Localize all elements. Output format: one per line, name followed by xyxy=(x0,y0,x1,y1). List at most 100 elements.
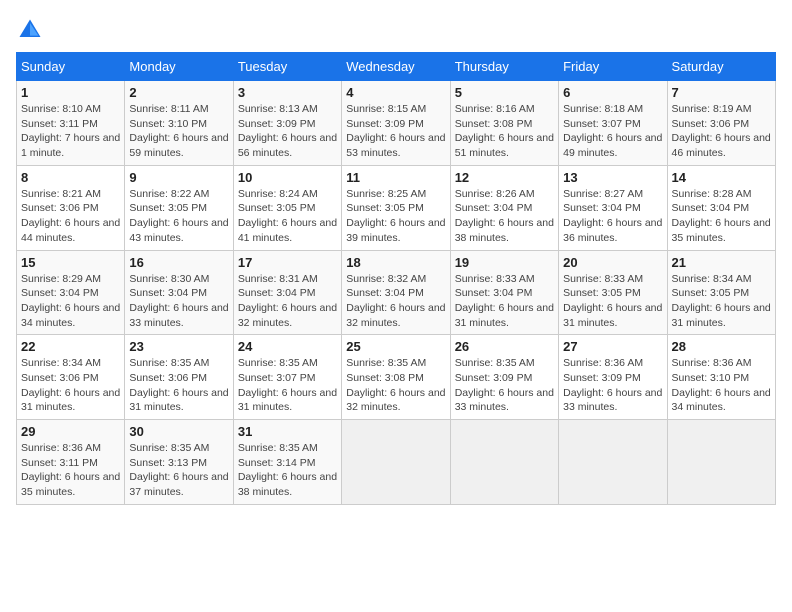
day-number: 16 xyxy=(129,255,228,270)
calendar-day-cell: 30 Sunrise: 8:35 AMSunset: 3:13 PMDayligh… xyxy=(125,420,233,505)
day-number: 27 xyxy=(563,339,662,354)
calendar-day-cell: 15 Sunrise: 8:29 AMSunset: 3:04 PMDayligh… xyxy=(17,250,125,335)
weekday-header-tuesday: Tuesday xyxy=(233,53,341,81)
calendar-day-cell: 18 Sunrise: 8:32 AMSunset: 3:04 PMDayligh… xyxy=(342,250,450,335)
calendar-day-cell: 14 Sunrise: 8:28 AMSunset: 3:04 PMDayligh… xyxy=(667,165,775,250)
day-number: 11 xyxy=(346,170,445,185)
day-info: Sunrise: 8:24 AMSunset: 3:05 PMDaylight:… xyxy=(238,187,337,246)
calendar-day-cell xyxy=(342,420,450,505)
day-number: 8 xyxy=(21,170,120,185)
day-number: 5 xyxy=(455,85,554,100)
day-number: 4 xyxy=(346,85,445,100)
day-info: Sunrise: 8:11 AMSunset: 3:10 PMDaylight:… xyxy=(129,102,228,161)
day-number: 22 xyxy=(21,339,120,354)
day-number: 19 xyxy=(455,255,554,270)
day-info: Sunrise: 8:13 AMSunset: 3:09 PMDaylight:… xyxy=(238,102,337,161)
calendar-week-row: 1 Sunrise: 8:10 AMSunset: 3:11 PMDaylight… xyxy=(17,81,776,166)
calendar-day-cell: 9 Sunrise: 8:22 AMSunset: 3:05 PMDaylight… xyxy=(125,165,233,250)
day-number: 14 xyxy=(672,170,771,185)
calendar-day-cell: 13 Sunrise: 8:27 AMSunset: 3:04 PMDayligh… xyxy=(559,165,667,250)
calendar-day-cell xyxy=(450,420,558,505)
day-number: 7 xyxy=(672,85,771,100)
day-number: 21 xyxy=(672,255,771,270)
day-number: 26 xyxy=(455,339,554,354)
day-number: 28 xyxy=(672,339,771,354)
calendar-day-cell: 27 Sunrise: 8:36 AMSunset: 3:09 PMDayligh… xyxy=(559,335,667,420)
logo xyxy=(16,16,48,44)
day-info: Sunrise: 8:35 AMSunset: 3:13 PMDaylight:… xyxy=(129,441,228,500)
day-number: 9 xyxy=(129,170,228,185)
calendar-day-cell xyxy=(559,420,667,505)
calendar-day-cell: 21 Sunrise: 8:34 AMSunset: 3:05 PMDayligh… xyxy=(667,250,775,335)
day-info: Sunrise: 8:35 AMSunset: 3:07 PMDaylight:… xyxy=(238,356,337,415)
weekday-header-monday: Monday xyxy=(125,53,233,81)
day-info: Sunrise: 8:22 AMSunset: 3:05 PMDaylight:… xyxy=(129,187,228,246)
calendar-day-cell: 28Sunrise: 8:36 AMSunset: 3:10 PMDayligh… xyxy=(667,335,775,420)
calendar-day-cell: 19 Sunrise: 8:33 AMSunset: 3:04 PMDayligh… xyxy=(450,250,558,335)
weekday-header-wednesday: Wednesday xyxy=(342,53,450,81)
day-info: Sunrise: 8:10 AMSunset: 3:11 PMDaylight:… xyxy=(21,102,120,161)
day-info: Sunrise: 8:36 AMSunset: 3:09 PMDaylight:… xyxy=(563,356,662,415)
day-info: Sunrise: 8:34 AMSunset: 3:06 PMDaylight:… xyxy=(21,356,120,415)
day-info: Sunrise: 8:33 AMSunset: 3:05 PMDaylight:… xyxy=(563,272,662,331)
day-number: 18 xyxy=(346,255,445,270)
day-info: Sunrise: 8:28 AMSunset: 3:04 PMDaylight:… xyxy=(672,187,771,246)
calendar-day-cell: 5Sunrise: 8:16 AMSunset: 3:08 PMDaylight… xyxy=(450,81,558,166)
calendar-day-cell: 16 Sunrise: 8:30 AMSunset: 3:04 PMDayligh… xyxy=(125,250,233,335)
day-info: Sunrise: 8:32 AMSunset: 3:04 PMDaylight:… xyxy=(346,272,445,331)
calendar-day-cell: 20Sunrise: 8:33 AMSunset: 3:05 PMDayligh… xyxy=(559,250,667,335)
day-info: Sunrise: 8:35 AMSunset: 3:14 PMDaylight:… xyxy=(238,441,337,500)
day-number: 3 xyxy=(238,85,337,100)
calendar-day-cell: 10 Sunrise: 8:24 AMSunset: 3:05 PMDayligh… xyxy=(233,165,341,250)
calendar-day-cell: 26 Sunrise: 8:35 AMSunset: 3:09 PMDayligh… xyxy=(450,335,558,420)
calendar-day-cell: 3 Sunrise: 8:13 AMSunset: 3:09 PMDaylight… xyxy=(233,81,341,166)
day-info: Sunrise: 8:26 AMSunset: 3:04 PMDaylight:… xyxy=(455,187,554,246)
calendar-day-cell: 24Sunrise: 8:35 AMSunset: 3:07 PMDayligh… xyxy=(233,335,341,420)
calendar-day-cell: 7 Sunrise: 8:19 AMSunset: 3:06 PMDaylight… xyxy=(667,81,775,166)
page-header xyxy=(16,16,776,44)
day-info: Sunrise: 8:35 AMSunset: 3:09 PMDaylight:… xyxy=(455,356,554,415)
day-number: 12 xyxy=(455,170,554,185)
day-number: 15 xyxy=(21,255,120,270)
day-number: 25 xyxy=(346,339,445,354)
calendar-day-cell: 6 Sunrise: 8:18 AMSunset: 3:07 PMDaylight… xyxy=(559,81,667,166)
day-number: 2 xyxy=(129,85,228,100)
calendar-day-cell: 22 Sunrise: 8:34 AMSunset: 3:06 PMDayligh… xyxy=(17,335,125,420)
day-number: 6 xyxy=(563,85,662,100)
day-info: Sunrise: 8:30 AMSunset: 3:04 PMDaylight:… xyxy=(129,272,228,331)
calendar-day-cell: 25 Sunrise: 8:35 AMSunset: 3:08 PMDayligh… xyxy=(342,335,450,420)
day-number: 1 xyxy=(21,85,120,100)
day-info: Sunrise: 8:21 AMSunset: 3:06 PMDaylight:… xyxy=(21,187,120,246)
calendar-week-row: 8 Sunrise: 8:21 AMSunset: 3:06 PMDaylight… xyxy=(17,165,776,250)
calendar-day-cell xyxy=(667,420,775,505)
calendar-week-row: 22 Sunrise: 8:34 AMSunset: 3:06 PMDayligh… xyxy=(17,335,776,420)
weekday-header-saturday: Saturday xyxy=(667,53,775,81)
calendar-day-cell: 1 Sunrise: 8:10 AMSunset: 3:11 PMDaylight… xyxy=(17,81,125,166)
day-number: 30 xyxy=(129,424,228,439)
day-info: Sunrise: 8:27 AMSunset: 3:04 PMDaylight:… xyxy=(563,187,662,246)
calendar-table: SundayMondayTuesdayWednesdayThursdayFrid… xyxy=(16,52,776,505)
day-info: Sunrise: 8:34 AMSunset: 3:05 PMDaylight:… xyxy=(672,272,771,331)
day-info: Sunrise: 8:35 AMSunset: 3:08 PMDaylight:… xyxy=(346,356,445,415)
day-info: Sunrise: 8:15 AMSunset: 3:09 PMDaylight:… xyxy=(346,102,445,161)
calendar-week-row: 29Sunrise: 8:36 AMSunset: 3:11 PMDayligh… xyxy=(17,420,776,505)
day-number: 13 xyxy=(563,170,662,185)
logo-icon xyxy=(16,16,44,44)
calendar-day-cell: 2 Sunrise: 8:11 AMSunset: 3:10 PMDaylight… xyxy=(125,81,233,166)
day-number: 23 xyxy=(129,339,228,354)
day-number: 29 xyxy=(21,424,120,439)
day-info: Sunrise: 8:18 AMSunset: 3:07 PMDaylight:… xyxy=(563,102,662,161)
day-info: Sunrise: 8:29 AMSunset: 3:04 PMDaylight:… xyxy=(21,272,120,331)
day-info: Sunrise: 8:25 AMSunset: 3:05 PMDaylight:… xyxy=(346,187,445,246)
day-info: Sunrise: 8:19 AMSunset: 3:06 PMDaylight:… xyxy=(672,102,771,161)
weekday-header-thursday: Thursday xyxy=(450,53,558,81)
calendar-day-cell: 8 Sunrise: 8:21 AMSunset: 3:06 PMDaylight… xyxy=(17,165,125,250)
day-number: 10 xyxy=(238,170,337,185)
calendar-day-cell: 4 Sunrise: 8:15 AMSunset: 3:09 PMDaylight… xyxy=(342,81,450,166)
day-info: Sunrise: 8:35 AMSunset: 3:06 PMDaylight:… xyxy=(129,356,228,415)
calendar-day-cell: 29Sunrise: 8:36 AMSunset: 3:11 PMDayligh… xyxy=(17,420,125,505)
calendar-day-cell: 17Sunrise: 8:31 AMSunset: 3:04 PMDayligh… xyxy=(233,250,341,335)
weekday-header-friday: Friday xyxy=(559,53,667,81)
day-info: Sunrise: 8:33 AMSunset: 3:04 PMDaylight:… xyxy=(455,272,554,331)
calendar-day-cell: 31Sunrise: 8:35 AMSunset: 3:14 PMDayligh… xyxy=(233,420,341,505)
